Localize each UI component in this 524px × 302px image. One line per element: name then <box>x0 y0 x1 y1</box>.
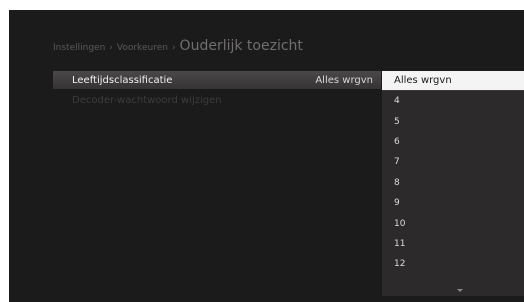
menu-item-label: Leeftijdsclassificatie <box>72 74 173 86</box>
age-rating-dropdown[interactable]: Alles wrgvn 4 5 6 7 8 9 10 11 12 <box>382 71 524 296</box>
dropdown-option[interactable]: 12 <box>382 254 524 274</box>
menu-item-value: Alles wrgvn <box>315 74 373 86</box>
menu-item-leeftijdsclassificatie[interactable]: Leeftijdsclassificatie Alles wrgvn <box>53 71 381 89</box>
scroll-down-arrow-icon[interactable] <box>457 289 463 292</box>
breadcrumb-instellingen[interactable]: Instellingen <box>53 43 105 53</box>
page-title: Ouderlijk toezicht <box>179 38 303 54</box>
dropdown-option[interactable]: 4 <box>382 91 524 111</box>
menu-item-label: Decoder-wachtwoord wijzigen <box>72 94 222 106</box>
dropdown-option[interactable]: 9 <box>382 193 524 213</box>
dropdown-option[interactable]: 11 <box>382 234 524 254</box>
dropdown-option[interactable]: 10 <box>382 213 524 233</box>
dropdown-option[interactable]: 5 <box>382 111 524 131</box>
breadcrumb-voorkeuren[interactable]: Voorkeuren <box>117 43 168 53</box>
breadcrumb: Instellingen › Voorkeuren › Ouderlijk to… <box>53 38 303 58</box>
dropdown-option-selected[interactable]: Alles wrgvn <box>382 71 524 91</box>
tv-screen: Instellingen › Voorkeuren › Ouderlijk to… <box>9 10 524 302</box>
dropdown-option[interactable]: 6 <box>382 132 524 152</box>
breadcrumb-separator: › <box>109 43 113 53</box>
dropdown-option[interactable]: 8 <box>382 173 524 193</box>
menu-item-decoder-wachtwoord[interactable]: Decoder-wachtwoord wijzigen <box>53 92 381 108</box>
dropdown-option[interactable]: 7 <box>382 152 524 172</box>
breadcrumb-separator: › <box>171 43 176 53</box>
